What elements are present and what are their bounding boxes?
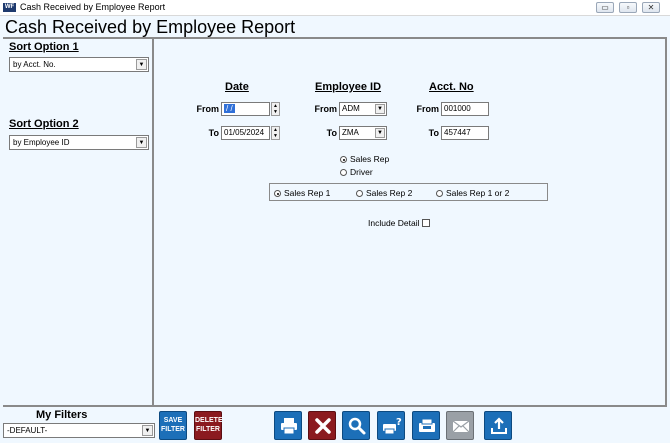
email-icon [452,420,470,433]
sort-option-1-select[interactable]: by Acct. No. ▼ [9,57,149,72]
date-to-spinner[interactable]: ▲ ▼ [271,126,280,140]
acct-to-value: 457447 [444,128,471,137]
minimize-button[interactable]: ▭ [596,2,614,13]
radio-sales-rep-1-or-2-label: Sales Rep 1 or 2 [446,188,510,198]
date-from-field[interactable]: / / [221,102,270,116]
radio-selected-icon [274,190,281,197]
print-help-button[interactable]: ? [377,411,405,440]
print-help-icon: ? [383,417,402,435]
window-titlebar: WF Cash Received by Employee Report ▭ ▫ … [0,0,670,16]
chevron-down-icon[interactable]: ▼ [136,59,147,70]
fax-icon [419,418,435,432]
employee-id-heading: Employee ID [315,81,382,93]
acct-no-heading: Acct. No [429,81,474,93]
chevron-down-icon[interactable]: ▼ [375,128,385,138]
chevron-down-icon[interactable]: ▼ [142,425,153,436]
include-detail[interactable]: Include Detail [368,218,430,228]
radio-driver[interactable]: Driver [340,167,373,177]
radio-driver-label: Driver [350,167,373,177]
close-button[interactable]: ✕ [642,2,660,13]
chevron-down-icon[interactable]: ▼ [375,104,385,114]
fax-button[interactable] [412,411,440,440]
report-title: Cash Received by Employee Report [5,17,296,37]
radio-sales-rep-1-or-2[interactable]: Sales Rep 1 or 2 [436,188,509,198]
window-title: Cash Received by Employee Report [20,2,166,12]
sort-option-1-value: by Acct. No. [13,60,56,69]
radio-unselected-icon [340,169,347,176]
radio-sales-rep-label: Sales Rep [350,154,390,164]
radio-unselected-icon [356,190,363,197]
radio-sales-rep-1-label: Sales Rep 1 [284,188,331,198]
sort-option-2-value: by Employee ID [13,138,70,147]
employee-from-value: ADM [342,104,360,113]
radio-sales-rep[interactable]: Sales Rep [340,154,389,164]
radio-sales-rep-1[interactable]: Sales Rep 1 [274,188,330,198]
save-filter-button[interactable]: SAVE FILTER [159,411,187,440]
employee-to-select[interactable]: ZMA ▼ [339,126,387,140]
date-heading: Date [225,81,249,93]
svg-text:?: ? [396,417,402,428]
employee-to-label: To [326,128,337,138]
acct-from-field[interactable]: 001000 [441,102,489,116]
sort-option-2-label: Sort Option 2 [9,118,79,130]
cancel-button[interactable] [308,411,336,440]
employee-from-select[interactable]: ADM ▼ [339,102,387,116]
my-filters-select[interactable]: -DEFAULT- ▼ [3,423,155,438]
radio-selected-icon [340,156,347,163]
employee-to-value: ZMA [342,128,359,137]
date-to-value: 01/05/2024 [224,128,265,137]
include-detail-checkbox[interactable] [421,219,430,227]
sort-option-1-label: Sort Option 1 [9,41,79,53]
radio-unselected-icon [436,190,443,197]
sort-panel: Sort Option 1 by Acct. No. ▼ Sort Option… [3,38,154,406]
sort-option-2-select[interactable]: by Employee ID ▼ [9,135,149,150]
my-filters-label: My Filters [36,409,88,421]
acct-from-value: 001000 [444,104,471,113]
chevron-down-icon[interactable]: ▼ [136,137,147,148]
restore-button[interactable]: ▫ [619,2,637,13]
date-to-label: To [208,128,219,138]
my-filters-value: -DEFAULT- [7,426,48,435]
date-to-field[interactable]: 01/05/2024 [221,126,270,140]
cancel-icon [315,418,331,434]
print-button[interactable] [274,411,302,440]
email-button[interactable] [446,411,474,440]
date-from-value: / / [224,104,235,113]
radio-sales-rep-2[interactable]: Sales Rep 2 [356,188,412,198]
acct-from-label: From [416,104,440,114]
export-button[interactable] [484,411,512,440]
print-icon [281,418,297,435]
date-from-label: From [196,104,220,114]
preview-icon [348,417,366,435]
date-from-spinner[interactable]: ▲ ▼ [271,102,280,116]
divider [665,38,667,406]
radio-sales-rep-2-label: Sales Rep 2 [366,188,413,198]
app-icon: WF [3,3,16,12]
delete-filter-button[interactable]: DELETE FILTER [194,411,223,440]
include-detail-label: Include Detail [368,218,420,228]
employee-from-label: From [314,104,338,114]
acct-to-label: To [428,128,439,138]
preview-button[interactable] [342,411,370,440]
acct-to-field[interactable]: 457447 [441,126,489,140]
export-icon [491,417,507,434]
